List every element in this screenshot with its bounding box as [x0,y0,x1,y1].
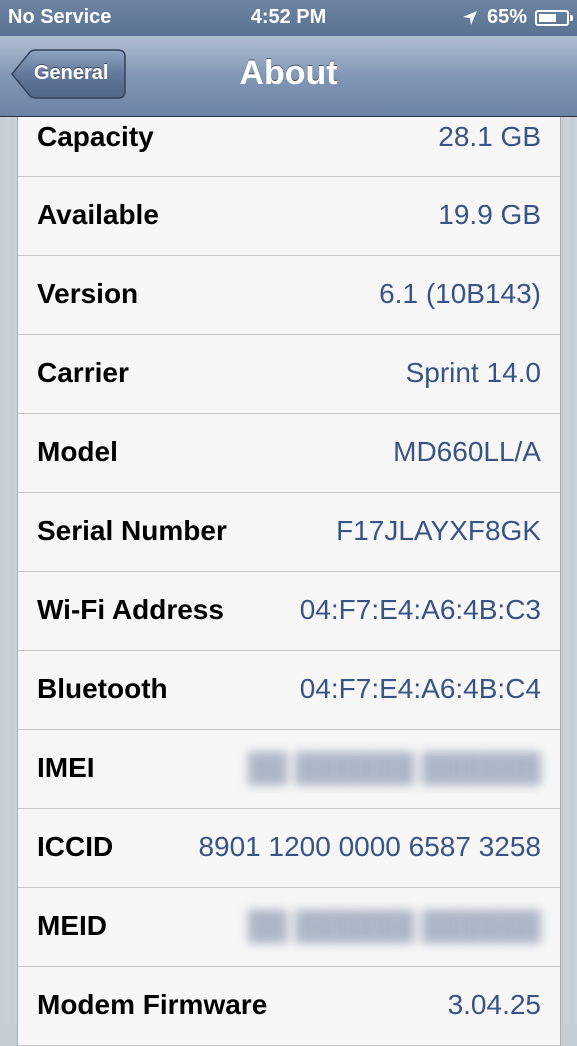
row-value: 6.1 (10B143) [379,278,541,309]
table-row: Bluetooth 04:F7:E4:A6:4B:C4 [18,651,560,730]
row-label: Modem Firmware [37,989,268,1020]
table-row: Serial Number F17JLAYXF8GK [18,493,560,572]
row-label: Capacity [37,121,154,152]
table-row: Capacity 28.1 GB [18,117,560,177]
table-row: ICCID 8901 1200 0000 6587 3258 [18,809,560,888]
row-label: Carrier [37,357,129,388]
redacted-value: ██ ██████ ██████ [247,752,541,783]
status-bar: No Service 4:52 PM 65% [0,0,577,36]
row-value: Sprint 14.0 [405,357,541,388]
location-arrow-icon [462,10,477,25]
table-row: IMEI ██ ██████ ██████ [18,730,560,809]
row-label: Wi-Fi Address [37,594,224,625]
row-value: 8901 1200 0000 6587 3258 [198,831,541,862]
row-label: ICCID [37,831,114,862]
row-label: Bluetooth [37,673,168,704]
row-value: F17JLAYXF8GK [336,515,541,546]
table-row: Model MD660LL/A [18,414,560,493]
row-value: 3.04.25 [447,989,541,1020]
table-row: Modem Firmware 3.04.25 [18,967,560,1046]
row-label: IMEI [37,752,95,783]
row-value: 19.9 GB [438,199,541,230]
row-value: 04:F7:E4:A6:4B:C4 [299,673,541,704]
about-table: Capacity 28.1 GB Available 19.9 GB Version 6.… [17,117,561,1046]
status-right: 65% [461,6,573,29]
table-row: Available 19.9 GB [18,177,560,256]
table-row: Version 6.1 (10B143) [18,256,560,335]
row-label: Model [37,436,118,467]
row-value: 28.1 GB [438,121,541,152]
row-label: Serial Number [37,515,227,546]
battery-icon [535,9,573,26]
table-row: MEID ██ ██████ ██████ [18,888,560,967]
row-label: Version [37,278,139,309]
table-row: Wi-Fi Address 04:F7:E4:A6:4B:C3 [18,572,560,651]
row-label: MEID [37,910,107,941]
battery-percent: 65% [486,6,527,28]
redacted-value: ██ ██████ ██████ [247,910,541,941]
battery-fill [539,13,556,22]
page-title: About [239,54,338,92]
table-row: Carrier Sprint 14.0 [18,335,560,414]
row-value: 04:F7:E4:A6:4B:C3 [299,594,541,625]
row-label: Available [37,199,159,230]
row-value: MD660LL/A [393,436,541,467]
navigation-bar: General About [0,36,577,117]
